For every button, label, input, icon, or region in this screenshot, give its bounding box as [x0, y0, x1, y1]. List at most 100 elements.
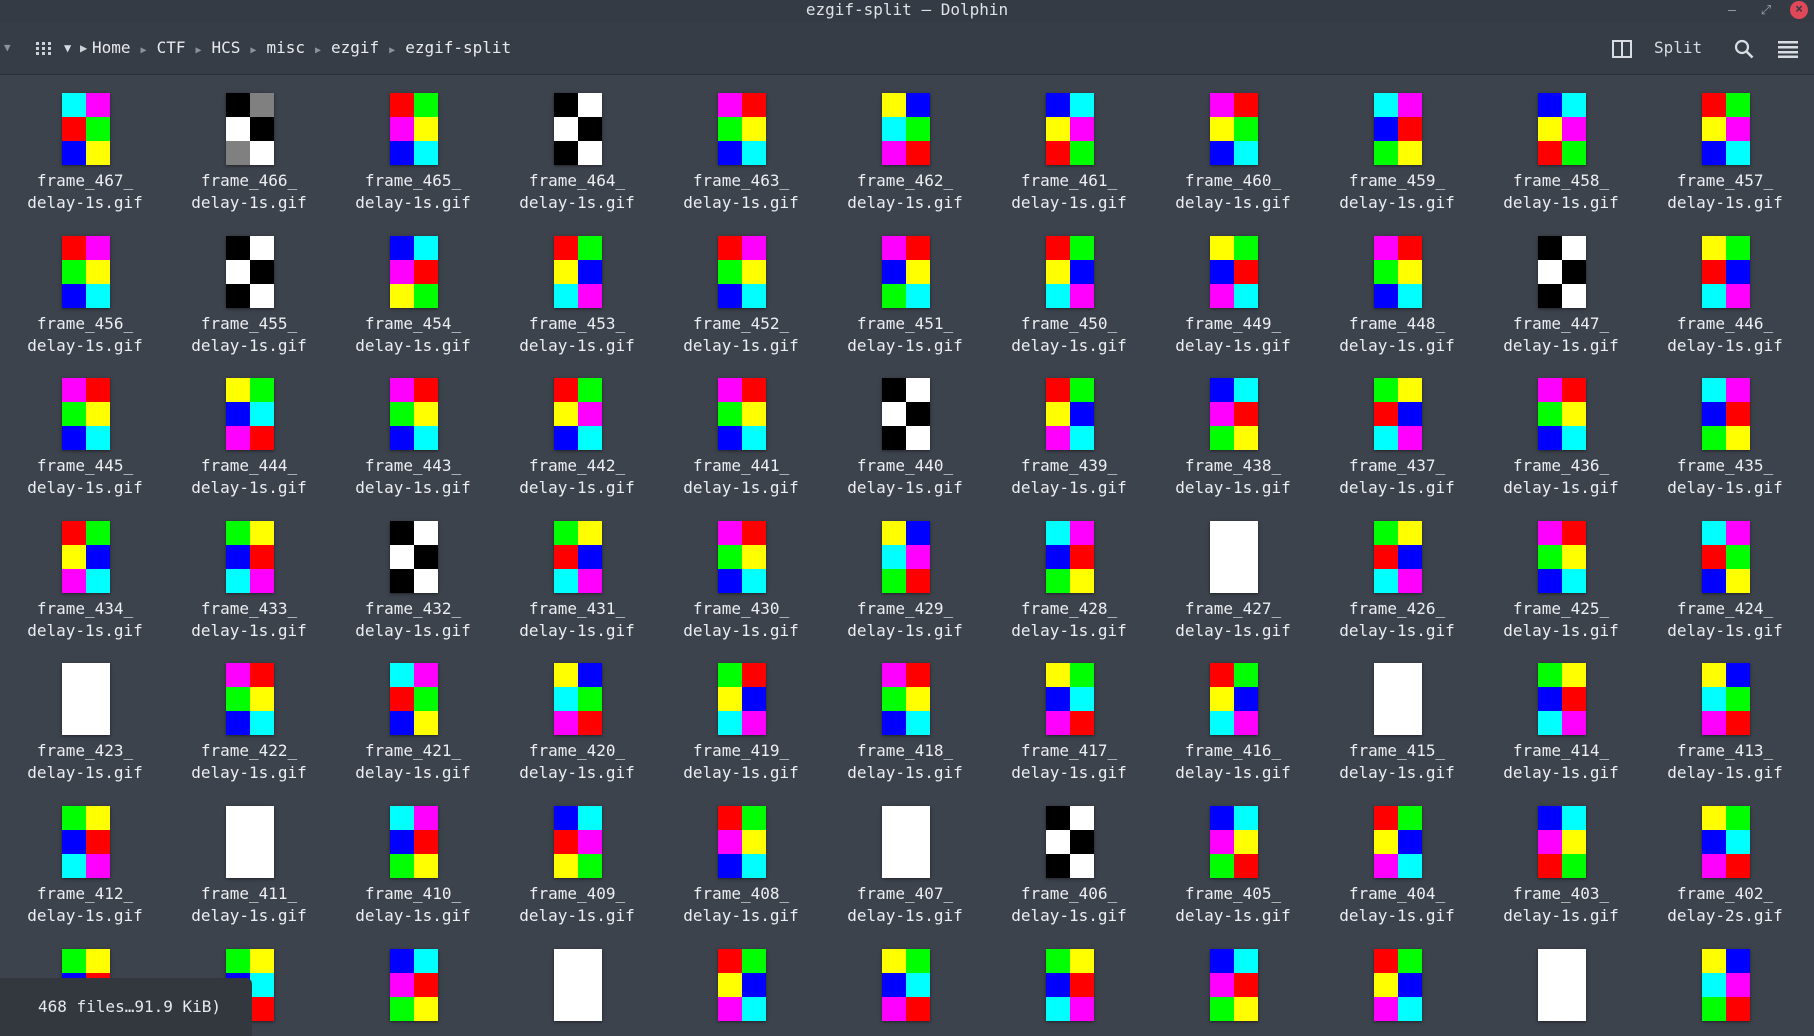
file-item[interactable]: frame_440_ delay-1s.gif — [830, 360, 980, 500]
file-item[interactable]: frame_407_ delay-1s.gif — [830, 788, 980, 928]
file-item[interactable] — [1486, 931, 1636, 1036]
file-item[interactable]: frame_424_ delay-1s.gif — [1650, 503, 1800, 643]
file-name-line1: frame_438_ — [1184, 456, 1282, 476]
file-item[interactable] — [666, 931, 816, 1036]
file-item[interactable]: frame_453_ delay-1s.gif — [502, 218, 652, 358]
file-item[interactable]: frame_460_ delay-1s.gif — [1158, 75, 1308, 215]
file-item[interactable] — [1158, 931, 1308, 1036]
file-item[interactable]: frame_445_ delay-1s.gif — [10, 360, 160, 500]
file-item[interactable]: frame_452_ delay-1s.gif — [666, 218, 816, 358]
file-item[interactable]: frame_442_ delay-1s.gif — [502, 360, 652, 500]
file-item[interactable]: frame_403_ delay-1s.gif — [1486, 788, 1636, 928]
breadcrumb-item[interactable]: ezgif-split — [405, 38, 511, 57]
file-item[interactable]: frame_422_ delay-1s.gif — [174, 645, 324, 785]
file-item[interactable]: frame_450_ delay-1s.gif — [994, 218, 1144, 358]
file-item[interactable]: frame_458_ delay-1s.gif — [1486, 75, 1636, 215]
file-item[interactable]: frame_412_ delay-1s.gif — [10, 788, 160, 928]
breadcrumb-item[interactable]: CTF — [157, 38, 186, 57]
breadcrumb-item[interactable]: Home — [92, 38, 131, 57]
file-item[interactable]: frame_425_ delay-1s.gif — [1486, 503, 1636, 643]
breadcrumb-item[interactable]: ezgif — [331, 38, 379, 57]
file-item[interactable]: frame_444_ delay-1s.gif — [174, 360, 324, 500]
file-item[interactable] — [994, 931, 1144, 1036]
file-item[interactable]: frame_414_ delay-1s.gif — [1486, 645, 1636, 785]
file-item[interactable]: frame_449_ delay-1s.gif — [1158, 218, 1308, 358]
file-item[interactable]: frame_408_ delay-1s.gif — [666, 788, 816, 928]
file-item[interactable]: frame_443_ delay-1s.gif — [338, 360, 488, 500]
file-item[interactable]: frame_454_ delay-1s.gif — [338, 218, 488, 358]
file-item[interactable]: frame_432_ delay-1s.gif — [338, 503, 488, 643]
file-item[interactable] — [830, 931, 980, 1036]
file-name: frame_449_ delay-1s.gif — [1158, 313, 1308, 357]
file-item[interactable]: frame_457_ delay-1s.gif — [1650, 75, 1800, 215]
file-item[interactable]: frame_410_ delay-1s.gif — [338, 788, 488, 928]
file-item[interactable]: frame_437_ delay-1s.gif — [1322, 360, 1472, 500]
file-item[interactable]: frame_466_ delay-1s.gif — [174, 75, 324, 215]
file-item[interactable]: frame_465_ delay-1s.gif — [338, 75, 488, 215]
file-item[interactable]: frame_430_ delay-1s.gif — [666, 503, 816, 643]
file-item[interactable]: frame_413_ delay-1s.gif — [1650, 645, 1800, 785]
file-item[interactable]: frame_417_ delay-1s.gif — [994, 645, 1144, 785]
file-item[interactable]: frame_463_ delay-1s.gif — [666, 75, 816, 215]
view-mode-icon[interactable] — [36, 22, 56, 74]
file-item[interactable] — [338, 931, 488, 1036]
thumbnail-cell — [62, 711, 86, 736]
file-item[interactable]: frame_462_ delay-1s.gif — [830, 75, 980, 215]
close-icon[interactable]: × — [1790, 1, 1808, 19]
file-item[interactable]: frame_455_ delay-1s.gif — [174, 218, 324, 358]
file-item[interactable]: frame_402_ delay-2s.gif — [1650, 788, 1800, 928]
file-item[interactable]: frame_404_ delay-1s.gif — [1322, 788, 1472, 928]
search-icon[interactable] — [1734, 22, 1754, 74]
breadcrumb-item[interactable]: misc — [266, 38, 305, 57]
file-item[interactable]: frame_435_ delay-1s.gif — [1650, 360, 1800, 500]
file-item[interactable]: frame_431_ delay-1s.gif — [502, 503, 652, 643]
view-mode-dropdown-icon[interactable]: ▼ — [64, 22, 71, 74]
file-item[interactable]: frame_423_ delay-1s.gif — [10, 645, 160, 785]
thumbnail-cell — [390, 830, 414, 854]
file-item[interactable]: frame_415_ delay-1s.gif — [1322, 645, 1472, 785]
file-name-line2: delay-1s.gif — [355, 906, 471, 925]
split-view-icon[interactable] — [1612, 22, 1632, 74]
maximize-icon[interactable]: ⤢ — [1758, 3, 1774, 19]
file-item[interactable]: frame_433_ delay-1s.gif — [174, 503, 324, 643]
file-item[interactable] — [1322, 931, 1472, 1036]
file-item[interactable]: frame_464_ delay-1s.gif — [502, 75, 652, 215]
file-item[interactable] — [502, 931, 652, 1036]
file-item[interactable]: frame_421_ delay-1s.gif — [338, 645, 488, 785]
thumbnail-cell — [1374, 426, 1398, 451]
file-item[interactable]: frame_467_ delay-1s.gif — [10, 75, 160, 215]
file-item[interactable]: frame_419_ delay-1s.gif — [666, 645, 816, 785]
file-item[interactable]: frame_447_ delay-1s.gif — [1486, 218, 1636, 358]
breadcrumb-expand-icon[interactable]: ▶ — [80, 22, 87, 74]
file-item[interactable]: frame_456_ delay-1s.gif — [10, 218, 160, 358]
file-item[interactable]: frame_418_ delay-1s.gif — [830, 645, 980, 785]
file-item[interactable]: frame_448_ delay-1s.gif — [1322, 218, 1472, 358]
file-item[interactable]: frame_436_ delay-1s.gif — [1486, 360, 1636, 500]
file-item[interactable]: frame_439_ delay-1s.gif — [994, 360, 1144, 500]
file-item[interactable]: frame_428_ delay-1s.gif — [994, 503, 1144, 643]
minimize-icon[interactable]: – — [1724, 3, 1740, 19]
file-item[interactable]: frame_416_ delay-1s.gif — [1158, 645, 1308, 785]
file-item[interactable]: frame_429_ delay-1s.gif — [830, 503, 980, 643]
thumbnail-cell — [1374, 996, 1398, 1021]
file-item[interactable]: frame_446_ delay-1s.gif — [1650, 218, 1800, 358]
file-item[interactable]: frame_451_ delay-1s.gif — [830, 218, 980, 358]
file-item[interactable]: frame_441_ delay-1s.gif — [666, 360, 816, 500]
file-item[interactable]: frame_426_ delay-1s.gif — [1322, 503, 1472, 643]
file-name-line2: delay-1s.gif — [1503, 193, 1619, 212]
breadcrumb-item[interactable]: HCS — [212, 38, 241, 57]
file-item[interactable]: frame_427_ delay-1s.gif — [1158, 503, 1308, 643]
file-item[interactable]: frame_461_ delay-1s.gif — [994, 75, 1144, 215]
split-button[interactable]: Split — [1654, 22, 1702, 74]
file-item[interactable]: frame_406_ delay-1s.gif — [994, 788, 1144, 928]
file-item[interactable]: frame_438_ delay-1s.gif — [1158, 360, 1308, 500]
file-item[interactable]: frame_409_ delay-1s.gif — [502, 788, 652, 928]
file-item[interactable]: frame_411_ delay-1s.gif — [174, 788, 324, 928]
file-item[interactable]: frame_434_ delay-1s.gif — [10, 503, 160, 643]
file-item[interactable] — [1650, 931, 1800, 1036]
chevron-down-icon[interactable]: ▼ — [4, 22, 11, 74]
hamburger-menu-icon[interactable] — [1778, 22, 1798, 74]
file-item[interactable]: frame_405_ delay-1s.gif — [1158, 788, 1308, 928]
file-item[interactable]: frame_420_ delay-1s.gif — [502, 645, 652, 785]
file-item[interactable]: frame_459_ delay-1s.gif — [1322, 75, 1472, 215]
